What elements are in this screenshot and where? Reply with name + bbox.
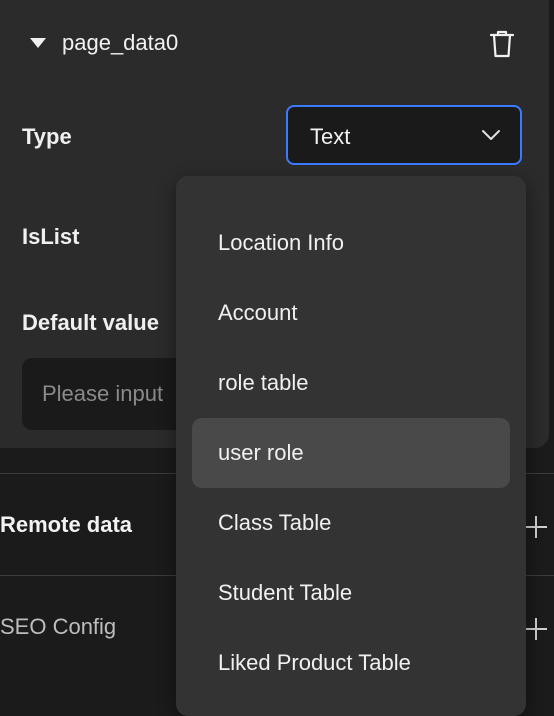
plus-icon[interactable] — [524, 515, 548, 539]
type-select-value: Text — [310, 124, 351, 149]
dropdown-item-liked-product-table[interactable]: Liked Product Table — [192, 628, 510, 698]
chevron-down-icon — [482, 130, 500, 140]
type-dropdown-menu: Location Info Account role table user ro… — [176, 176, 526, 716]
dropdown-item-location-info[interactable]: Location Info — [192, 208, 510, 278]
islist-label: IsList — [22, 224, 80, 249]
seo-config-title: SEO Config — [0, 614, 117, 639]
card-header[interactable]: page_data0 — [0, 20, 549, 66]
plus-icon[interactable] — [524, 617, 548, 641]
caret-down-icon[interactable] — [30, 38, 46, 48]
type-select[interactable]: Text — [286, 105, 522, 165]
dropdown-item-user-role[interactable]: user role — [192, 418, 510, 488]
trash-icon[interactable] — [488, 29, 516, 59]
variable-name: page_data0 — [62, 30, 179, 55]
dropdown-item-role-table[interactable]: role table — [192, 348, 510, 418]
default-value-label: Default value — [22, 310, 159, 335]
dropdown-item-student-table[interactable]: Student Table — [192, 558, 510, 628]
remote-data-title: Remote data — [0, 512, 133, 537]
dropdown-item-class-table[interactable]: Class Table — [192, 488, 510, 558]
type-label: Type — [22, 124, 72, 149]
dropdown-item-account[interactable]: Account — [192, 278, 510, 348]
